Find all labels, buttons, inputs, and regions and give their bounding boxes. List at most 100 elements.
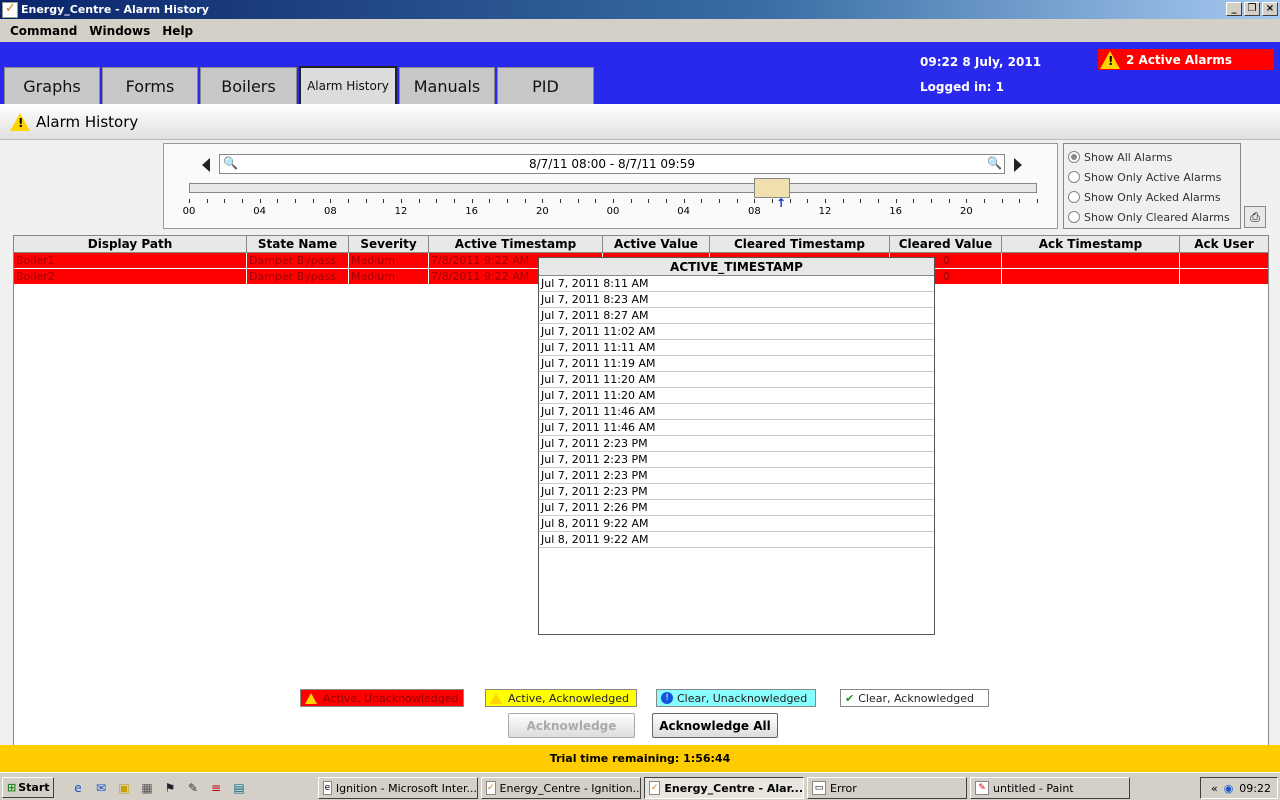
- cell-severity: Medium: [349, 253, 429, 268]
- timeline-tick: [401, 199, 402, 203]
- popup-list-item[interactable]: Jul 7, 2011 8:11 AM: [539, 276, 934, 292]
- warning-icon: [490, 692, 502, 704]
- column-header[interactable]: Ack User: [1180, 236, 1268, 252]
- table-header: Display Path State Name Severity Active …: [14, 236, 1268, 253]
- outlook-icon[interactable]: ✉: [93, 780, 109, 796]
- popup-list-item[interactable]: Jul 7, 2011 11:02 AM: [539, 324, 934, 340]
- ie-icon[interactable]: e: [70, 780, 86, 796]
- legend-label: Active, Acknowledged: [508, 691, 630, 705]
- timeline-tick: [895, 199, 897, 203]
- popup-list-item[interactable]: Jul 7, 2011 8:27 AM: [539, 308, 934, 324]
- tab-forms[interactable]: Forms: [102, 67, 198, 104]
- cell-state-name: Damper Bypass: [247, 253, 349, 268]
- menu-bar: Command Windows Help: [0, 19, 1280, 42]
- print-button[interactable]: ⎙: [1244, 206, 1266, 228]
- task-paint[interactable]: ✎ untitled - Paint: [970, 777, 1130, 799]
- timeline-tick: [701, 199, 703, 203]
- timeline-tick: [878, 199, 879, 203]
- legend-active-unacknowledged: Active, Unacknowledged: [300, 689, 464, 707]
- timeline-label: 08: [747, 206, 761, 217]
- column-header[interactable]: Display Path: [14, 236, 247, 252]
- timeline-tick: [948, 199, 950, 203]
- popup-list-item[interactable]: Jul 7, 2011 2:23 PM: [539, 436, 934, 452]
- timeline-tick: [613, 199, 614, 203]
- task-label: untitled - Paint: [993, 781, 1074, 795]
- filter-label: Show Only Acked Alarms: [1084, 190, 1221, 204]
- task-ignition-ie[interactable]: e Ignition - Microsoft Inter...: [318, 777, 478, 799]
- timeline-prev-arrow-icon[interactable]: [202, 158, 210, 172]
- network-icon[interactable]: ▤: [231, 780, 247, 796]
- network-tray-icon[interactable]: ◉: [1224, 782, 1234, 795]
- timeline-tick: [560, 199, 561, 203]
- tab-manuals[interactable]: Manuals: [399, 67, 495, 104]
- popup-list-item[interactable]: Jul 7, 2011 11:19 AM: [539, 356, 934, 372]
- menu-command[interactable]: Command: [4, 24, 83, 38]
- column-header[interactable]: Severity: [349, 236, 429, 252]
- menu-help[interactable]: Help: [156, 24, 199, 38]
- minimize-button[interactable]: _: [1226, 2, 1242, 16]
- filter-show-active[interactable]: Show Only Active Alarms: [1068, 167, 1236, 187]
- check-app-icon: ✓: [486, 781, 496, 795]
- filter-show-acked[interactable]: Show Only Acked Alarms: [1068, 187, 1236, 207]
- column-header[interactable]: Active Timestamp: [429, 236, 603, 252]
- tray-expand-icon[interactable]: «: [1211, 782, 1218, 795]
- tab-pid[interactable]: PID: [497, 67, 594, 104]
- timeline-window-handle[interactable]: [754, 178, 790, 198]
- timeline-next-arrow-icon[interactable]: [1014, 158, 1022, 172]
- cd-icon[interactable]: ≡: [208, 780, 224, 796]
- flag-icon[interactable]: ⚑: [162, 780, 178, 796]
- column-header[interactable]: Cleared Value: [890, 236, 1002, 252]
- popup-list-item[interactable]: Jul 7, 2011 8:23 AM: [539, 292, 934, 308]
- column-header[interactable]: Active Value: [603, 236, 710, 252]
- popup-list-item[interactable]: Jul 8, 2011 9:22 AM: [539, 532, 934, 548]
- app-icon[interactable]: ▦: [139, 780, 155, 796]
- radio-icon: [1068, 211, 1080, 223]
- tab-alarm-history[interactable]: Alarm History: [299, 66, 397, 104]
- timeline-tick: [418, 199, 420, 203]
- legend-clear-unacknowledged: ! Clear, Unacknowledged: [656, 689, 816, 707]
- popup-list-item[interactable]: Jul 7, 2011 11:11 AM: [539, 340, 934, 356]
- restore-button[interactable]: ❐: [1244, 2, 1260, 16]
- timeline-track[interactable]: [189, 183, 1037, 193]
- zoom-in-icon[interactable]: 🔍: [987, 157, 1002, 171]
- paint-icon: ✎: [975, 781, 989, 795]
- task-energy-centre-alarm[interactable]: ✓ Energy_Centre - Alar...: [644, 777, 804, 799]
- popup-list-item[interactable]: Jul 7, 2011 11:20 AM: [539, 372, 934, 388]
- zoom-out-icon[interactable]: 🔍: [223, 157, 238, 171]
- active-alarms-label: 2 Active Alarms: [1126, 52, 1232, 67]
- popup-list-item[interactable]: Jul 7, 2011 2:23 PM: [539, 452, 934, 468]
- tab-graphs[interactable]: Graphs: [4, 67, 100, 104]
- column-header[interactable]: Cleared Timestamp: [710, 236, 890, 252]
- popup-list-item[interactable]: Jul 7, 2011 11:46 AM: [539, 420, 934, 436]
- active-alarms-badge[interactable]: 2 Active Alarms: [1098, 49, 1274, 70]
- start-button[interactable]: ⊞ Start: [2, 777, 54, 798]
- timeline-tick: [913, 199, 915, 203]
- popup-list-item[interactable]: Jul 7, 2011 11:20 AM: [539, 388, 934, 404]
- popup-list-item[interactable]: Jul 7, 2011 11:46 AM: [539, 404, 934, 420]
- popup-list-item[interactable]: Jul 7, 2011 2:23 PM: [539, 468, 934, 484]
- task-label: Energy_Centre - Ignition...: [499, 781, 641, 795]
- timeline-tick: [277, 199, 279, 203]
- tool-icon[interactable]: ✎: [185, 780, 201, 796]
- close-button[interactable]: ×: [1262, 2, 1278, 16]
- acknowledge-button[interactable]: Acknowledge: [508, 713, 635, 738]
- acknowledge-all-button[interactable]: Acknowledge All: [652, 713, 778, 738]
- timeline-label: 16: [465, 206, 479, 217]
- column-header[interactable]: Ack Timestamp: [1002, 236, 1180, 252]
- popup-list-item[interactable]: Jul 8, 2011 9:22 AM: [539, 516, 934, 532]
- filter-show-cleared[interactable]: Show Only Cleared Alarms: [1068, 207, 1236, 227]
- filter-show-all[interactable]: Show All Alarms: [1068, 147, 1236, 167]
- tab-boilers[interactable]: Boilers: [200, 67, 297, 104]
- check-app-icon: ✓: [649, 781, 661, 795]
- menu-windows[interactable]: Windows: [83, 24, 156, 38]
- tray-clock: 09:22: [1239, 781, 1271, 795]
- task-error[interactable]: ▭ Error: [807, 777, 967, 799]
- timeline-tick: [842, 199, 844, 203]
- task-energy-centre-ignition[interactable]: ✓ Energy_Centre - Ignition...: [481, 777, 641, 799]
- column-header[interactable]: State Name: [247, 236, 349, 252]
- timeline-label: 00: [182, 206, 196, 217]
- popup-list-item[interactable]: Jul 7, 2011 2:23 PM: [539, 484, 934, 500]
- cell-severity: Medium: [349, 269, 429, 284]
- popup-list-item[interactable]: Jul 7, 2011 2:26 PM: [539, 500, 934, 516]
- folder-icon[interactable]: ▣: [116, 780, 132, 796]
